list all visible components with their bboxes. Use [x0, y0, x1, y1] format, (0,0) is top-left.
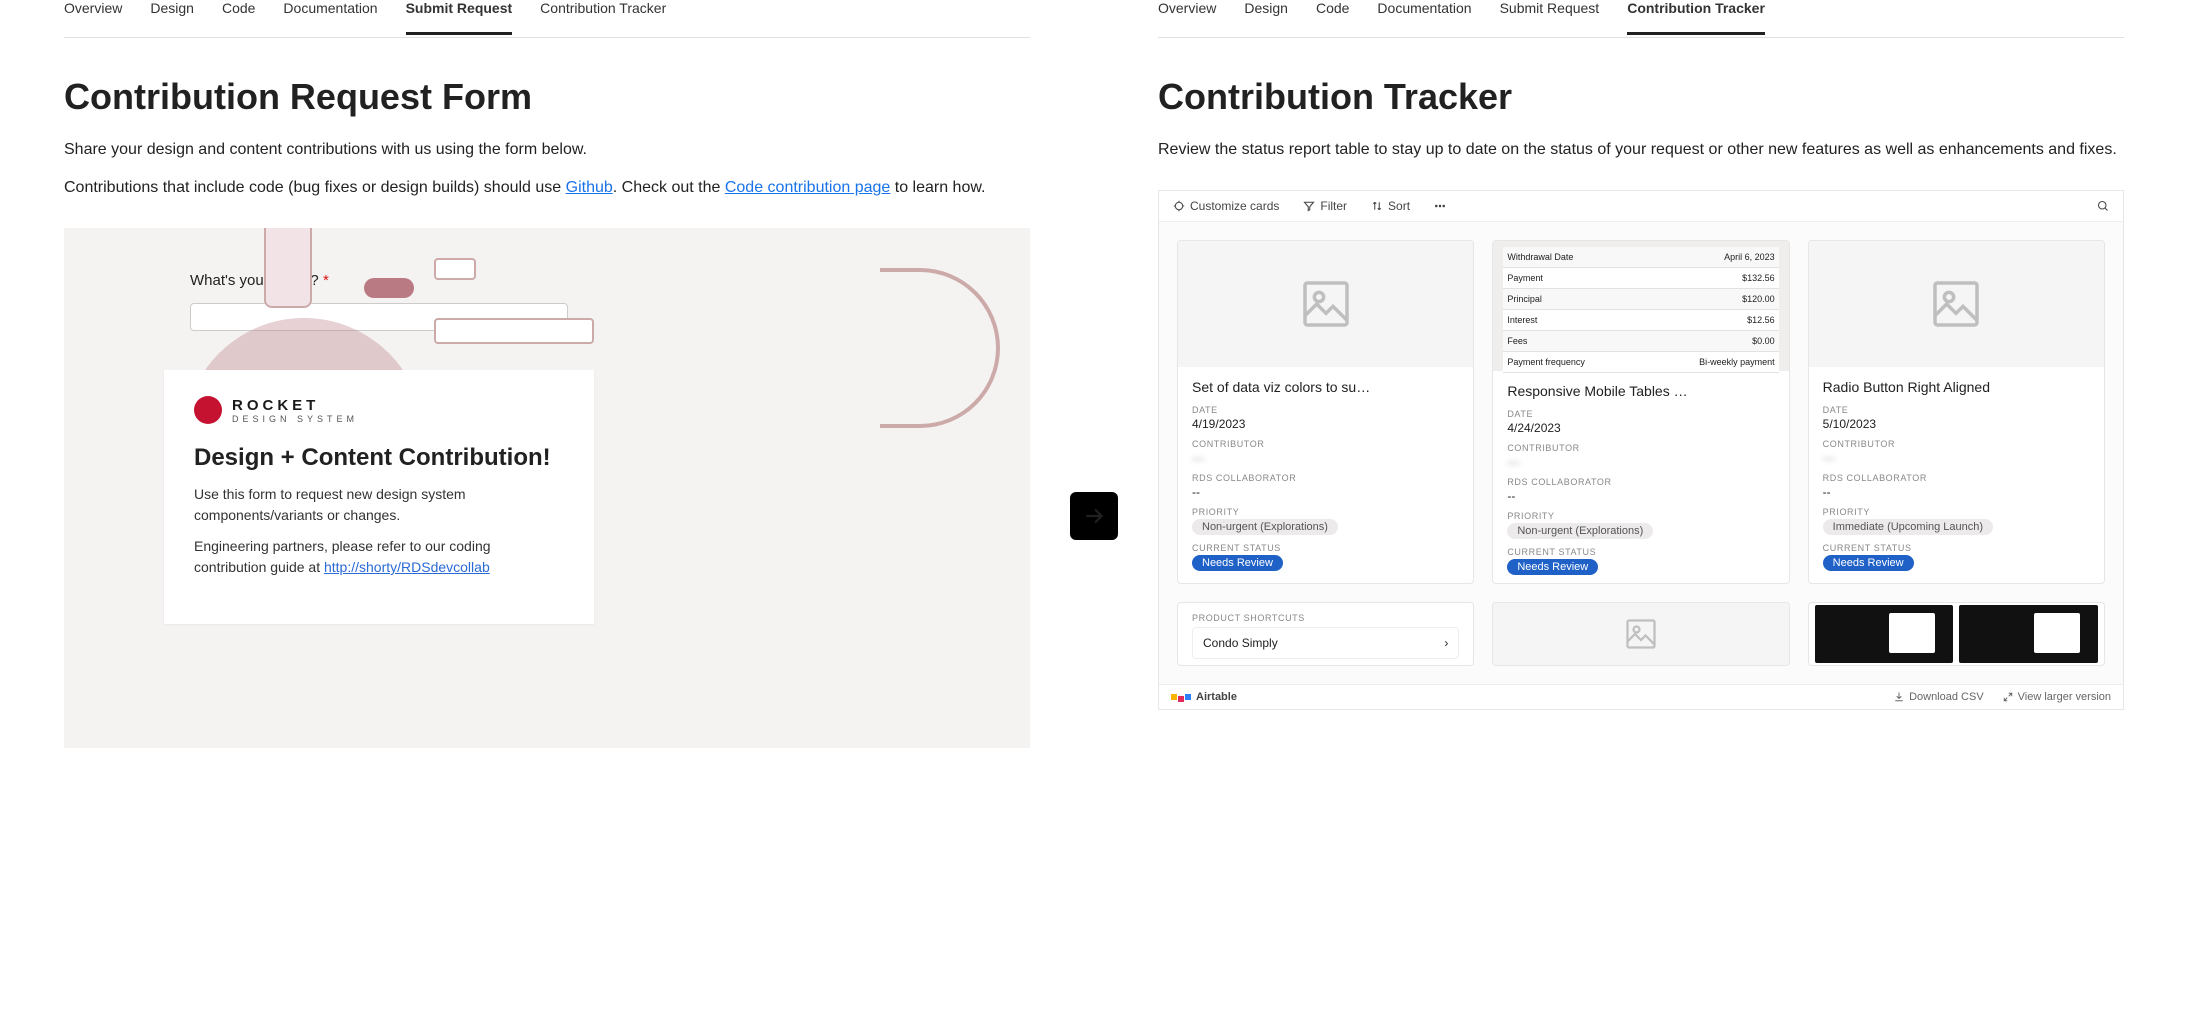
more-button[interactable]	[1434, 200, 1446, 212]
rocket-subtitle: DESIGN SYSTEM	[232, 414, 358, 424]
page-title: Contribution Tracker	[1158, 76, 2124, 118]
card[interactable]: Set of data viz colors to su… Date 4/19/…	[1177, 240, 1474, 584]
val-collaborator: --	[1823, 485, 2090, 499]
tab-code[interactable]: Code	[222, 0, 255, 35]
rocket-logo: ROCKET DESIGN SYSTEM	[194, 396, 564, 424]
decor-phone	[264, 228, 312, 308]
card[interactable]	[1808, 602, 2105, 666]
label-priority: Priority	[1507, 511, 1774, 521]
tab-design[interactable]: Design	[150, 0, 194, 35]
val-date: 4/24/2023	[1507, 421, 1774, 435]
card[interactable]: Product Shortcuts Condo Simply ›	[1177, 602, 1474, 666]
card-thumb	[1178, 241, 1473, 367]
tab-overview[interactable]: Overview	[1158, 0, 1216, 35]
label-date: Date	[1192, 405, 1459, 415]
link-shorty[interactable]: http://shorty/RDSdevcollab	[324, 559, 490, 575]
rocket-brand: ROCKET	[232, 397, 358, 414]
priority-badge: Non-urgent (Explorations)	[1192, 519, 1338, 535]
tabs-right: Overview Design Code Documentation Submi…	[1158, 0, 2124, 38]
decor-input	[434, 318, 594, 344]
form-desc-2: Engineering partners, please refer to ou…	[194, 536, 564, 578]
rocket-mark-icon	[194, 396, 222, 424]
label-date: Date	[1823, 405, 2090, 415]
tab-contribution-tracker[interactable]: Contribution Tracker	[1627, 0, 1765, 35]
card-title: Set of data viz colors to su…	[1192, 379, 1459, 395]
tabs-left: Overview Design Code Documentation Submi…	[64, 0, 1030, 38]
label-status: Current Status	[1192, 543, 1459, 553]
label-contributor: Contributor	[1507, 443, 1774, 453]
label-collaborator: RDS Collaborator	[1823, 473, 2090, 483]
label-contributor: Contributor	[1192, 439, 1459, 449]
airtable-logo[interactable]: Airtable	[1171, 691, 1237, 703]
card[interactable]: Withdrawal DateApril 6, 2023 Payment$132…	[1492, 240, 1789, 584]
priority-badge: Immediate (Upcoming Launch)	[1823, 519, 1993, 535]
card[interactable]	[1492, 602, 1789, 666]
tracker-embed: Customize cards Filter Sort	[1158, 190, 2124, 710]
val-contributor: —	[1823, 451, 2090, 465]
view-larger-button[interactable]: View larger version	[2002, 691, 2111, 703]
status-badge: Needs Review	[1507, 559, 1598, 575]
decor-pill	[364, 278, 414, 298]
card[interactable]: Radio Button Right Aligned Date 5/10/202…	[1808, 240, 2105, 584]
toolbar: Customize cards Filter Sort	[1159, 191, 2123, 222]
tab-documentation[interactable]: Documentation	[1377, 0, 1471, 35]
tab-design[interactable]: Design	[1244, 0, 1288, 35]
shortcut-item[interactable]: Condo Simply ›	[1192, 627, 1459, 659]
decor-icons	[434, 258, 476, 280]
intro-text: Review the status report table to stay u…	[1158, 138, 2124, 162]
status-badge: Needs Review	[1192, 555, 1283, 571]
card-thumb	[1493, 603, 1788, 665]
val-contributor: —	[1192, 451, 1459, 465]
tab-submit-request[interactable]: Submit Request	[1500, 0, 1600, 35]
bottombar: Airtable Download CSV View larger versio…	[1159, 684, 2123, 709]
val-date: 4/19/2023	[1192, 417, 1459, 431]
label-shortcuts: Product Shortcuts	[1178, 603, 1473, 627]
tab-overview[interactable]: Overview	[64, 0, 122, 35]
priority-badge: Non-urgent (Explorations)	[1507, 523, 1653, 539]
form-embed: ROCKET DESIGN SYSTEM Design + Content Co…	[64, 228, 1030, 748]
airtable-icon	[1171, 694, 1191, 700]
card-thumb-table: Withdrawal DateApril 6, 2023 Payment$132…	[1493, 241, 1788, 371]
intro-text-1: Share your design and content contributi…	[64, 138, 1030, 162]
label-status: Current Status	[1507, 547, 1774, 557]
tab-documentation[interactable]: Documentation	[283, 0, 377, 35]
intro-text-2: Contributions that include code (bug fix…	[64, 176, 1030, 200]
form-title: Design + Content Contribution!	[194, 444, 564, 472]
card-title: Responsive Mobile Tables …	[1507, 383, 1774, 399]
label-collaborator: RDS Collaborator	[1192, 473, 1459, 483]
cards-grid: Set of data viz colors to su… Date 4/19/…	[1159, 222, 2123, 684]
card-title: Radio Button Right Aligned	[1823, 379, 2090, 395]
decor-arc	[880, 268, 1000, 428]
val-collaborator: --	[1192, 485, 1459, 499]
form-card: ROCKET DESIGN SYSTEM Design + Content Co…	[164, 370, 594, 624]
val-collaborator: --	[1507, 489, 1774, 503]
link-code-contribution[interactable]: Code contribution page	[725, 179, 890, 196]
tab-submit-request[interactable]: Submit Request	[406, 0, 513, 35]
arrow-next[interactable]	[1070, 492, 1118, 540]
status-badge: Needs Review	[1823, 555, 1914, 571]
label-priority: Priority	[1823, 507, 2090, 517]
download-csv-button[interactable]: Download CSV	[1893, 691, 1984, 703]
customize-cards-button[interactable]: Customize cards	[1173, 199, 1279, 213]
form-desc-1: Use this form to request new design syst…	[194, 484, 564, 526]
label-collaborator: RDS Collaborator	[1507, 477, 1774, 487]
val-date: 5/10/2023	[1823, 417, 2090, 431]
dark-thumbs	[1811, 605, 2102, 663]
tab-code[interactable]: Code	[1316, 0, 1349, 35]
label-date: Date	[1507, 409, 1774, 419]
label-status: Current Status	[1823, 543, 2090, 553]
label-contributor: Contributor	[1823, 439, 2090, 449]
sort-button[interactable]: Sort	[1371, 199, 1410, 213]
chevron-right-icon: ›	[1444, 636, 1448, 650]
card-thumb	[1809, 241, 2104, 367]
tab-contribution-tracker[interactable]: Contribution Tracker	[540, 0, 666, 35]
filter-button[interactable]: Filter	[1303, 199, 1347, 213]
search-icon[interactable]	[2097, 200, 2109, 212]
val-contributor: —	[1507, 455, 1774, 469]
link-github[interactable]: Github	[566, 179, 613, 196]
page-title: Contribution Request Form	[64, 76, 1030, 118]
label-priority: Priority	[1192, 507, 1459, 517]
